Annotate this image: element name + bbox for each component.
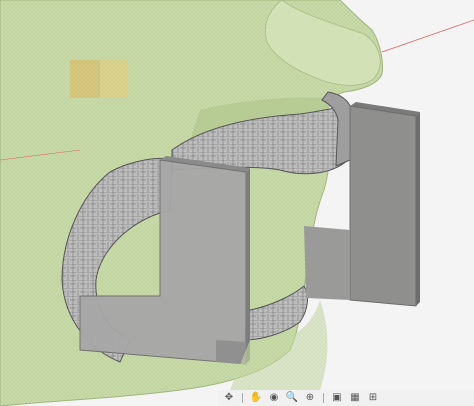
navigation-bar: ✥ ✋ ◉ 🔍 ⊕ ▣ ▦ ⊞ xyxy=(218,390,474,406)
view-cube[interactable] xyxy=(70,60,128,98)
grid-icon[interactable]: ▦ xyxy=(348,391,362,405)
look-at-icon[interactable]: ◉ xyxy=(267,391,281,405)
x-axis-line xyxy=(381,19,474,53)
pan-icon[interactable]: ✋ xyxy=(249,391,263,405)
zoom-icon[interactable]: 🔍 xyxy=(285,391,299,405)
toolbar-divider xyxy=(242,393,243,403)
zoom-window-icon[interactable]: ⊕ xyxy=(303,391,317,405)
3d-viewport[interactable]: ✥ ✋ ◉ 🔍 ⊕ ▣ ▦ ⊞ xyxy=(0,0,474,406)
model-canvas[interactable] xyxy=(0,0,474,406)
viewports-icon[interactable]: ⊞ xyxy=(366,391,380,405)
display-settings-icon[interactable]: ▣ xyxy=(330,391,344,405)
toolbar-divider xyxy=(323,393,324,403)
orbit-icon[interactable]: ✥ xyxy=(222,391,236,405)
